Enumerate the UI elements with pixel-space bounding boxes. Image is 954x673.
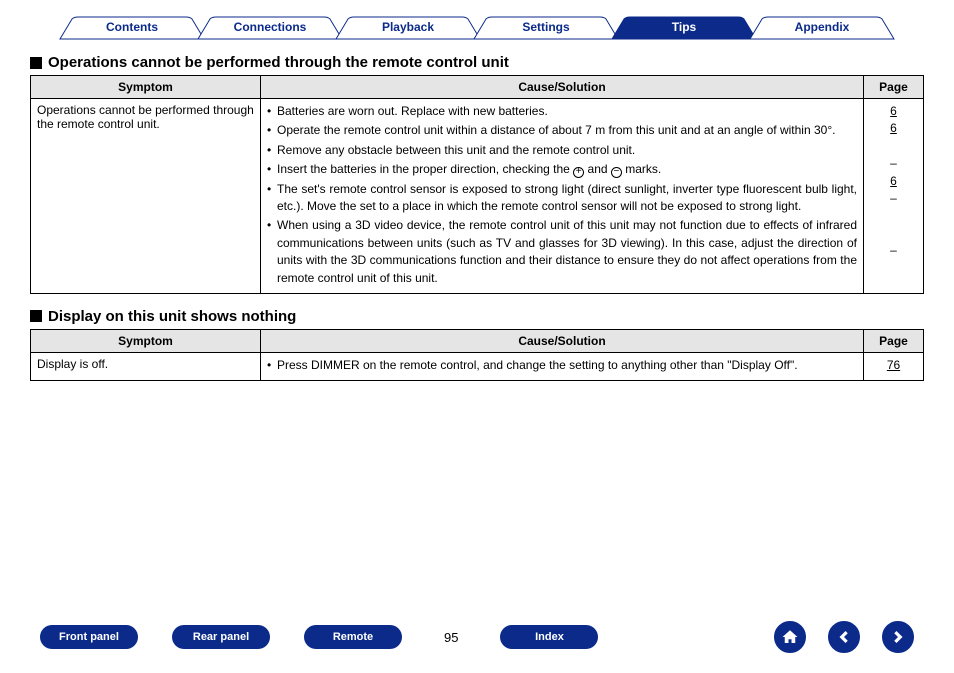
cell-cause: Press DIMMER on the remote control, and … <box>261 352 864 380</box>
tab-playback[interactable]: Playback <box>334 16 482 40</box>
rear-panel-button[interactable]: Rear panel <box>172 625 270 649</box>
square-bullet-icon <box>30 57 42 69</box>
arrow-right-icon <box>889 628 907 646</box>
table-header-row: Symptom Cause/Solution Page <box>31 76 924 99</box>
cell-cause: Batteries are worn out. Replace with new… <box>261 99 864 294</box>
col-page: Page <box>864 76 924 99</box>
page-dash: – <box>870 190 917 207</box>
remote-button[interactable]: Remote <box>304 625 402 649</box>
plus-mark-icon: + <box>573 167 584 178</box>
col-cause: Cause/Solution <box>261 76 864 99</box>
section-heading-remote: Operations cannot be performed through t… <box>30 54 924 71</box>
tab-settings[interactable]: Settings <box>472 16 620 40</box>
front-panel-button[interactable]: Front panel <box>40 625 138 649</box>
bottom-bar: Front panel Rear panel Remote 95 Index <box>0 621 954 653</box>
troubleshoot-table-display: Symptom Cause/Solution Page Display is o… <box>30 329 924 381</box>
cause-item: Remove any obstacle between this unit an… <box>267 142 857 159</box>
page-dash: – <box>870 155 917 172</box>
cause-item: Operate the remote control unit within a… <box>267 122 857 139</box>
tab-tips[interactable]: Tips <box>610 16 758 40</box>
tab-label: Playback <box>382 20 434 34</box>
tab-connections[interactable]: Connections <box>196 16 344 40</box>
table-header-row: Symptom Cause/Solution Page <box>31 329 924 352</box>
table-row: Operations cannot be performed through t… <box>31 99 924 294</box>
col-page: Page <box>864 329 924 352</box>
tab-label: Contents <box>106 20 158 34</box>
square-bullet-icon <box>30 310 42 322</box>
tab-label: Connections <box>234 20 307 34</box>
minus-mark-icon: − <box>611 167 622 178</box>
tab-appendix[interactable]: Appendix <box>748 16 896 40</box>
cell-symptom: Display is off. <box>31 352 261 380</box>
tab-contents[interactable]: Contents <box>58 16 206 40</box>
section-title: Display on this unit shows nothing <box>48 308 296 325</box>
page-link[interactable]: 6 <box>890 121 897 135</box>
prev-page-button[interactable] <box>828 621 860 653</box>
next-page-button[interactable] <box>882 621 914 653</box>
arrow-left-icon <box>835 628 853 646</box>
page-dash: – <box>870 242 917 259</box>
col-symptom: Symptom <box>31 76 261 99</box>
home-button[interactable] <box>774 621 806 653</box>
section-heading-display: Display on this unit shows nothing <box>30 308 924 325</box>
cause-item: Batteries are worn out. Replace with new… <box>267 103 857 120</box>
cause-item: The set's remote control sensor is expos… <box>267 181 857 216</box>
home-icon <box>781 628 799 646</box>
page-number: 95 <box>444 630 458 645</box>
troubleshoot-table-remote: Symptom Cause/Solution Page Operations c… <box>30 75 924 294</box>
cell-page: 76 <box>864 352 924 380</box>
page-link[interactable]: 76 <box>887 358 900 372</box>
tab-label: Tips <box>672 20 696 34</box>
table-row: Display is off. Press DIMMER on the remo… <box>31 352 924 380</box>
col-symptom: Symptom <box>31 329 261 352</box>
cause-item: When using a 3D video device, the remote… <box>267 217 857 287</box>
tab-label: Settings <box>522 20 569 34</box>
col-cause: Cause/Solution <box>261 329 864 352</box>
cause-item: Insert the batteries in the proper direc… <box>267 161 857 178</box>
section-title: Operations cannot be performed through t… <box>48 54 509 71</box>
cause-item: Press DIMMER on the remote control, and … <box>267 357 857 374</box>
page-link[interactable]: 6 <box>890 104 897 118</box>
tab-label: Appendix <box>795 20 850 34</box>
cell-page: 6 6 – 6 – – <box>864 99 924 294</box>
cell-symptom: Operations cannot be performed through t… <box>31 99 261 294</box>
index-button[interactable]: Index <box>500 625 598 649</box>
page-link[interactable]: 6 <box>890 174 897 188</box>
top-tabs: Contents Connections Playback Settings T… <box>30 16 924 40</box>
